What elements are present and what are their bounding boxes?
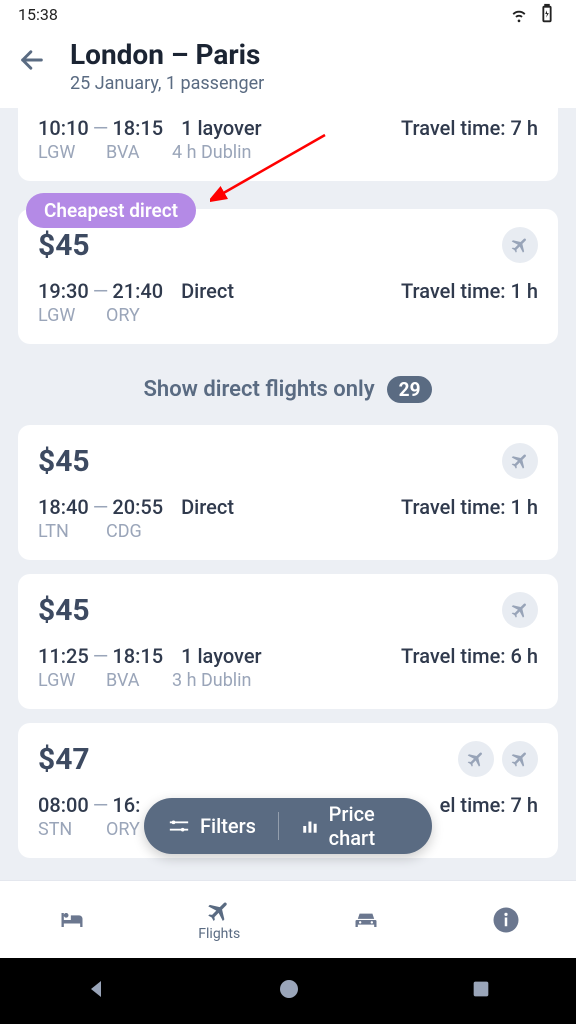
car-icon [350, 906, 382, 934]
plane-icon [502, 443, 538, 479]
sliders-icon [168, 815, 190, 837]
status-icons [508, 3, 558, 25]
price: $45 [38, 228, 90, 263]
travel-time: Travel time: 1 h [401, 495, 538, 519]
nav-flights-label: Flights [198, 926, 240, 942]
stops-label: Direct [181, 279, 234, 303]
nav-info[interactable] [491, 905, 521, 935]
travel-time: Travel time: 1 h [401, 279, 538, 303]
arr-time: 21:40 [112, 279, 163, 303]
arr-time: 20:55 [112, 495, 163, 519]
filters-button[interactable]: Filters [168, 814, 256, 838]
arr-time: 18:15 [112, 116, 163, 140]
price-chart-button[interactable]: Price chart [301, 802, 408, 850]
plane-icon [502, 592, 538, 628]
dep-airport: LGW [38, 670, 96, 691]
dep-airport: LGW [38, 142, 96, 163]
cheapest-badge: Cheapest direct [26, 193, 196, 228]
plane-icon [204, 898, 234, 924]
dep-time: 18:40 [38, 495, 89, 519]
android-home-button[interactable] [277, 977, 301, 1005]
results-list: 10:10 — 18:15 1 layover Travel time: 7 h… [0, 108, 576, 858]
direct-only-label: Show direct flights only [144, 377, 375, 402]
stops-label: 1 layover [181, 116, 262, 140]
plane-icon [502, 741, 538, 777]
dep-airport: LGW [38, 305, 96, 326]
route-title: London – Paris [70, 38, 264, 71]
status-time: 15:38 [18, 5, 58, 24]
flight-card[interactable]: 10:10 — 18:15 1 layover Travel time: 7 h… [18, 108, 558, 181]
arr-airport: CDG [106, 521, 164, 542]
travel-time: el time: 7 h [440, 793, 538, 817]
nav-flights[interactable]: Flights [198, 898, 240, 942]
android-nav-bar [0, 958, 576, 1024]
filters-label: Filters [200, 814, 256, 838]
page-header: London – Paris 25 January, 1 passenger [0, 28, 576, 108]
bottom-nav: Flights [0, 880, 576, 958]
dep-time: 19:30 [38, 279, 89, 303]
carrier-logos [502, 227, 538, 263]
flight-card[interactable]: $45 11:25 — 18:15 1 layover Travel time:… [18, 574, 558, 709]
stops-label: 1 layover [181, 644, 262, 668]
route-subtitle: 25 January, 1 passenger [70, 73, 264, 94]
price-chart-label: Price chart [329, 802, 408, 850]
android-recents-button[interactable] [470, 978, 492, 1004]
nav-hotels[interactable] [55, 906, 89, 934]
direct-only-toggle[interactable]: Show direct flights only 29 [18, 358, 558, 425]
floating-action-bar: Filters Price chart [144, 798, 432, 854]
android-back-button[interactable] [84, 977, 108, 1005]
nav-cars[interactable] [350, 906, 382, 934]
wifi-icon [508, 3, 530, 25]
price: $45 [38, 593, 90, 628]
info-icon [491, 905, 521, 935]
android-status-bar: 15:38 [0, 0, 576, 28]
dep-time: 11:25 [38, 644, 89, 668]
dep-airport: STN [38, 819, 96, 840]
battery-icon [536, 3, 558, 25]
arr-time: 18:15 [112, 644, 163, 668]
direct-count: 29 [387, 376, 433, 403]
arr-airport: BVA [106, 142, 164, 163]
arr-time: 16: [112, 793, 140, 817]
dep-time: 10:10 [38, 116, 89, 140]
back-arrow-icon[interactable] [18, 38, 46, 81]
dep-time: 08:00 [38, 793, 89, 817]
flight-card[interactable]: $45 18:40 — 20:55 Direct Travel time: 1 … [18, 425, 558, 560]
arr-airport: BVA [106, 670, 164, 691]
price: $45 [38, 444, 90, 479]
dep-airport: LTN [38, 521, 96, 542]
flight-card-cheapest[interactable]: Cheapest direct $45 19:30 — 21:40 Direct… [18, 209, 558, 344]
arr-airport: ORY [106, 305, 164, 326]
bar-chart-icon [301, 815, 319, 837]
price: $47 [38, 742, 90, 777]
bed-icon [55, 906, 89, 934]
layover-detail: 4 h Dublin [172, 142, 252, 163]
stops-label: Direct [181, 495, 234, 519]
travel-time: Travel time: 7 h [401, 116, 538, 140]
divider [278, 812, 279, 840]
layover-detail: 3 h Dublin [172, 670, 252, 691]
plane-icon [458, 741, 494, 777]
travel-time: Travel time: 6 h [401, 644, 538, 668]
plane-icon [502, 227, 538, 263]
